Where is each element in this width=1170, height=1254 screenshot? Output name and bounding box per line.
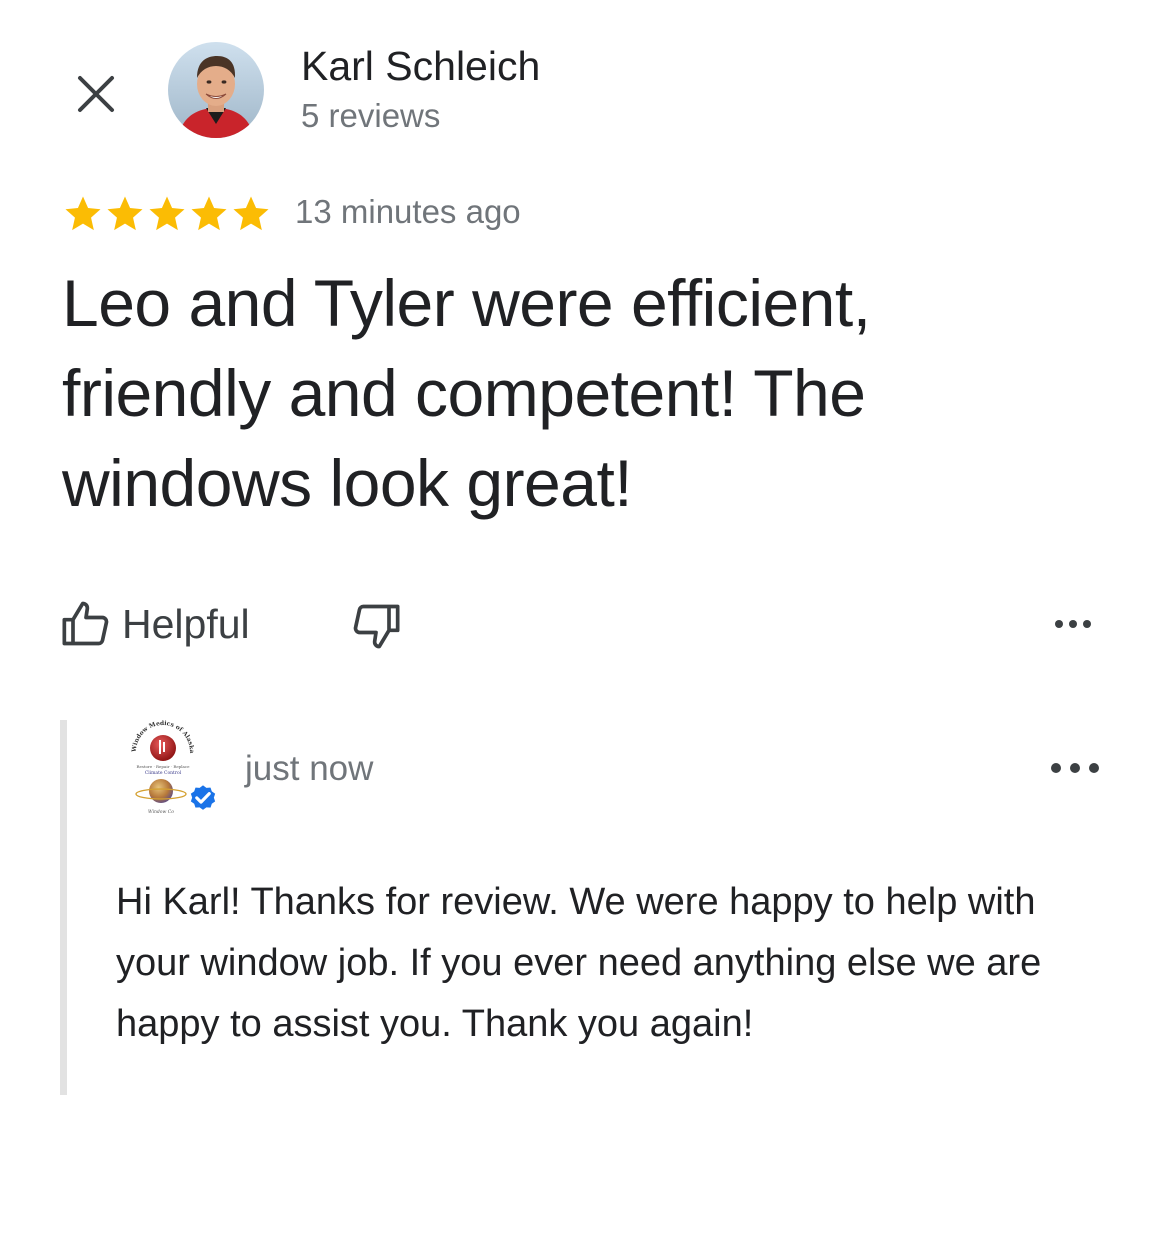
owner-logo[interactable]: Window Medics of Alaska Restore · Repair… [128, 718, 228, 818]
thumbs-down-icon [353, 604, 400, 649]
reply-more-options-button[interactable] [1046, 748, 1104, 788]
more-horizontal-icon [1055, 620, 1091, 628]
logo-text-middle: Restore · Repair · Replace [136, 764, 190, 769]
review-time: 13 minutes ago [295, 193, 521, 230]
reply-indent-bar [60, 720, 67, 1095]
star-icon [107, 196, 143, 231]
star-icon [191, 196, 227, 231]
reply-time: just now [245, 749, 374, 788]
reviewer-avatar-photo [168, 42, 264, 138]
helpful-button[interactable]: Helpful [60, 596, 250, 652]
star-icon [233, 196, 269, 231]
star-icon [149, 196, 185, 231]
logo-text-bottom: Window Co [148, 809, 174, 815]
verified-badge-icon [188, 782, 218, 813]
reviewer-avatar[interactable] [168, 42, 264, 138]
helpful-label: Helpful [122, 600, 250, 647]
not-helpful-button[interactable] [346, 598, 406, 654]
review-text: Leo and Tyler were efficient, friendly a… [62, 266, 871, 520]
thumbs-up-icon [62, 601, 109, 646]
reviewer-review-count[interactable]: 5 reviews [301, 94, 440, 138]
logo-text-lower: Climate Control [145, 770, 182, 776]
close-icon [78, 76, 114, 112]
more-horizontal-icon [1051, 763, 1099, 773]
close-button[interactable] [70, 68, 122, 120]
reviewer-name[interactable]: Karl Schleich [301, 40, 540, 92]
review-more-options-button[interactable] [1050, 604, 1096, 644]
star-rating [62, 192, 272, 236]
star-icon [65, 196, 101, 231]
reply-text: Hi Karl! Thanks for review. We were happ… [116, 881, 1042, 1045]
